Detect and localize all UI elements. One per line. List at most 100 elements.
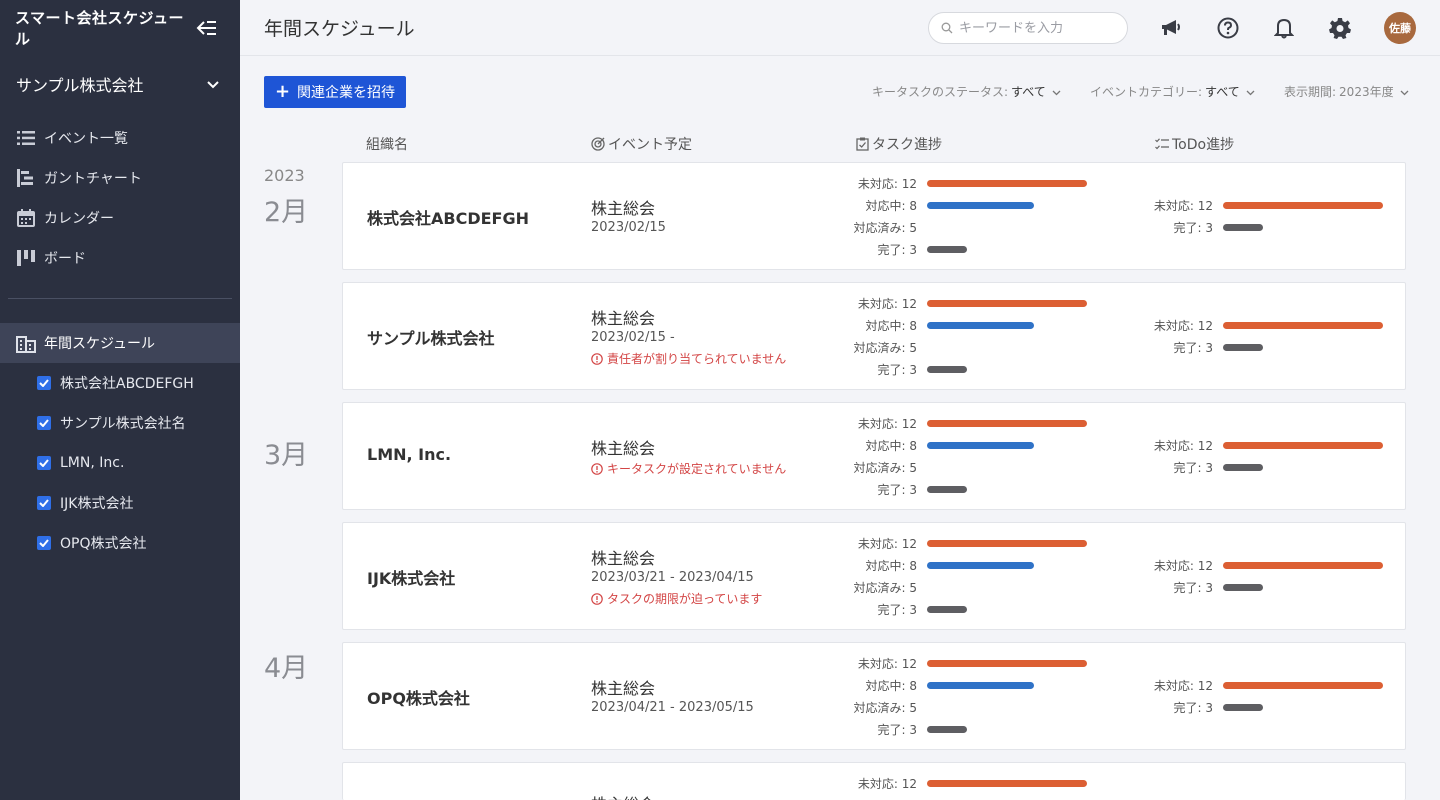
- megaphone-icon[interactable]: [1157, 14, 1185, 42]
- search-icon: [941, 19, 953, 38]
- org-filter-label: 株式会社ABCDEFGH: [60, 376, 194, 392]
- todo-progress-bar: [1223, 704, 1263, 711]
- todo-stat-label: 未対応: 12: [1153, 679, 1213, 693]
- task-stat-label: 対応中: 8: [865, 679, 918, 693]
- task-stat-label: 未対応: 12: [857, 537, 917, 551]
- task-stat-label: 完了: 3: [877, 243, 918, 257]
- chevron-down-icon: [1052, 85, 1061, 99]
- building-icon: [16, 333, 36, 353]
- search-input[interactable]: [959, 20, 1119, 36]
- event-category-filter[interactable]: イベントカテゴリー: すべて: [1090, 83, 1255, 100]
- timeline-month: 3月: [264, 440, 309, 471]
- invite-company-button[interactable]: + 関連企業を招待: [264, 76, 406, 108]
- todo-stat-label: 未対応: 12: [1153, 439, 1213, 453]
- schedule-card[interactable]: LMN, Inc. 株主総会 キータスクが設定されていません 未対応: 12 対応中: …: [342, 402, 1406, 510]
- key-task-status-filter[interactable]: キータスクのステータス: すべて: [872, 83, 1061, 100]
- schedule-card[interactable]: IJK株式会社 株主総会 2023/03/21 - 2023/04/15 タスクの期限…: [342, 522, 1406, 630]
- todo-progress-bar: [1223, 682, 1383, 689]
- task-stat-label: 未対応: 12: [857, 657, 917, 671]
- warning-message: キータスクが設定されていません: [591, 460, 786, 477]
- event-date: 2023/04/21 - 2023/05/15: [591, 700, 754, 715]
- event-name[interactable]: 株主総会: [591, 195, 655, 219]
- nav-item-annual-schedule[interactable]: 年間スケジュール: [0, 323, 240, 363]
- filter-value: 2023年度: [1339, 85, 1394, 99]
- gantt-icon: [16, 168, 36, 188]
- board-icon: [16, 248, 36, 268]
- target-icon: [591, 137, 605, 151]
- task-progress-bar: [927, 562, 1034, 569]
- event-name[interactable]: 株主総会: [591, 791, 655, 800]
- event-name[interactable]: 株主総会: [591, 305, 655, 329]
- todo-stat-label: 完了: 3: [1173, 581, 1214, 595]
- timeline-month: 2月: [264, 197, 309, 228]
- task-stat-label: 完了: 3: [877, 603, 918, 617]
- org-filter-label: OPQ株式会社: [60, 536, 147, 552]
- org-name: LMN, Inc.: [367, 445, 452, 464]
- app-title: スマート会社スケジュール: [15, 9, 185, 48]
- checkbox-checked-icon[interactable]: [37, 496, 51, 510]
- task-stat-label: 完了: 3: [877, 363, 918, 377]
- gear-icon[interactable]: [1326, 14, 1354, 42]
- org-filter-item[interactable]: サンプル株式会社名: [0, 403, 240, 443]
- event-date: 2023/02/15 -: [591, 330, 675, 345]
- help-icon[interactable]: [1214, 14, 1242, 42]
- alert-circle-icon: [591, 462, 603, 475]
- list-icon: [16, 128, 36, 148]
- display-period-filter[interactable]: 表示期間: 2023年度: [1284, 83, 1409, 100]
- schedule-card[interactable]: サンプル株式会社 株主総会 2023/02/15 - 責任者が割り当てられていません 未…: [342, 282, 1406, 390]
- task-progress-bar: [927, 420, 1087, 427]
- checkbox-checked-icon[interactable]: [37, 416, 51, 430]
- org-name: 株式会社ABCDEFGH: [367, 209, 529, 228]
- org-filter-item[interactable]: IJK株式会社: [0, 483, 240, 523]
- org-filter-item[interactable]: 株式会社ABCDEFGH: [0, 363, 240, 403]
- column-header-event: イベント予定: [591, 134, 692, 154]
- filter-value: すべて: [1011, 85, 1046, 99]
- timeline-month: 4月: [264, 653, 309, 684]
- todo-progress-bar: [1223, 464, 1263, 471]
- org-name: IJK株式会社: [367, 569, 456, 588]
- checkbox-checked-icon[interactable]: [37, 536, 51, 550]
- organization-selector[interactable]: サンプル株式会社: [0, 56, 240, 112]
- schedule-card[interactable]: 株主総会 未対応: 12: [342, 762, 1406, 800]
- bell-icon[interactable]: [1270, 14, 1298, 42]
- event-name[interactable]: 株主総会: [591, 545, 655, 569]
- org-filter-label: IJK株式会社: [60, 496, 134, 512]
- task-stat-label: 対応済み: 5: [853, 221, 918, 235]
- task-stat-label: 対応済み: 5: [853, 461, 918, 475]
- org-filter-item[interactable]: OPQ株式会社: [0, 523, 240, 563]
- task-stat-label: 未対応: 12: [857, 777, 917, 791]
- org-filter-item[interactable]: LMN, Inc.: [0, 443, 240, 483]
- filter-label: キータスクのステータス:: [872, 85, 1009, 99]
- schedule-card[interactable]: 株式会社ABCDEFGH 株主総会 2023/02/15 未対応: 12 対応中: 8 対…: [342, 162, 1406, 270]
- todo-stat-label: 完了: 3: [1173, 461, 1214, 475]
- calendar-icon: [16, 208, 36, 228]
- user-avatar[interactable]: 佐藤: [1384, 12, 1416, 44]
- checkbox-checked-icon[interactable]: [37, 376, 51, 390]
- org-name: サンプル株式会社: [367, 329, 495, 348]
- todo-progress-bar: [1223, 322, 1383, 329]
- task-progress-bar: [927, 780, 1087, 787]
- search-box[interactable]: [928, 12, 1128, 44]
- schedule-card[interactable]: OPQ株式会社 株主総会 2023/04/21 - 2023/05/15 未対応: 1…: [342, 642, 1406, 750]
- column-header-label: イベント予定: [608, 137, 692, 153]
- task-progress-bar: [927, 540, 1087, 547]
- warning-message: 責任者が割り当てられていません: [591, 350, 786, 367]
- task-stat-label: 未対応: 12: [857, 297, 917, 311]
- task-progress-bar: [927, 366, 967, 373]
- nav-item-calendar[interactable]: カレンダー: [0, 198, 240, 238]
- nav-item-board[interactable]: ボード: [0, 238, 240, 278]
- collapse-sidebar-icon[interactable]: [196, 19, 218, 37]
- event-name[interactable]: 株主総会: [591, 435, 655, 459]
- checklist-icon: [1155, 137, 1169, 151]
- event-name[interactable]: 株主総会: [591, 675, 655, 699]
- todo-stat-label: 未対応: 12: [1153, 319, 1213, 333]
- checkbox-checked-icon[interactable]: [37, 456, 51, 470]
- nav-item-label: ガントチャート: [44, 171, 142, 187]
- nav-item-gantt-chart[interactable]: ガントチャート: [0, 158, 240, 198]
- event-date: 2023/02/15: [591, 220, 666, 235]
- warning-text: キータスクが設定されていません: [607, 462, 787, 476]
- nav-item-event-list[interactable]: イベント一覧: [0, 118, 240, 158]
- sidebar-divider: [8, 298, 232, 299]
- sidebar: スマート会社スケジュール サンプル株式会社 イベント一覧 ガントチャート カレン…: [0, 0, 240, 800]
- task-progress-bar: [927, 486, 967, 493]
